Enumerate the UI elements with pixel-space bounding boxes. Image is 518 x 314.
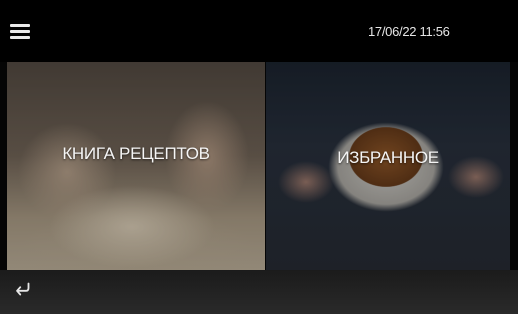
recipe-book-label: КНИГА РЕЦЕПТОВ: [62, 144, 210, 163]
screen: 17/06/22 11:56 КНИГА РЕЦЕПТОВ ИЗБРАННОЕ: [0, 0, 518, 314]
top-bar: 17/06/22 11:56: [0, 0, 518, 62]
favorites-tile[interactable]: ИЗБРАННОЕ: [266, 62, 510, 270]
datetime-display: 17/06/22 11:56: [368, 24, 450, 39]
recipe-book-tile[interactable]: КНИГА РЕЦЕПТОВ: [7, 62, 265, 270]
hamburger-menu-icon[interactable]: [10, 20, 36, 42]
favorites-label: ИЗБРАННОЕ: [337, 148, 439, 167]
bottom-bar: [0, 270, 518, 314]
return-arrow-icon[interactable]: [12, 278, 40, 306]
